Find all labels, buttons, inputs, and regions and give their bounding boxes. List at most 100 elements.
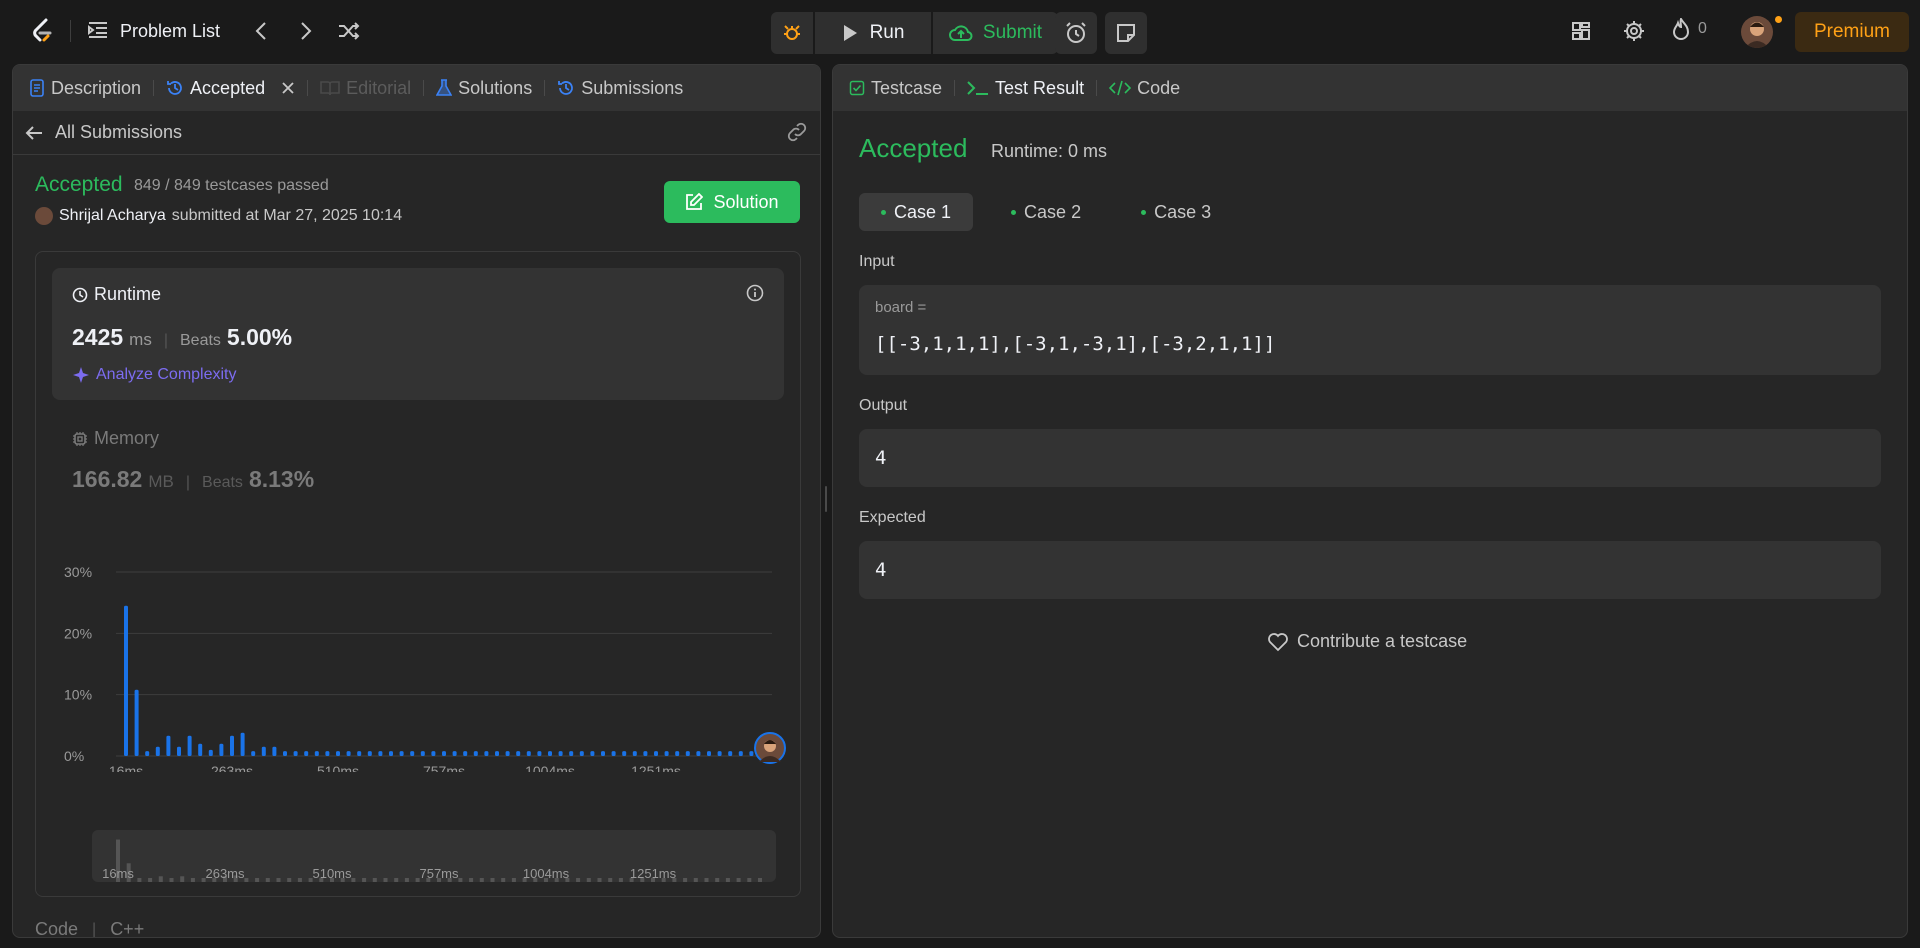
chart-bar[interactable] <box>367 751 372 756</box>
chart-bar[interactable] <box>187 735 192 756</box>
chart-bar[interactable] <box>516 751 521 756</box>
user-avatar[interactable] <box>1741 16 1773 48</box>
notes-button[interactable] <box>1105 12 1147 54</box>
chart-bar[interactable] <box>452 751 457 756</box>
tab-testcase[interactable]: Testcase <box>849 65 942 111</box>
chart-bar[interactable] <box>251 751 256 756</box>
chart-bar[interactable] <box>495 751 499 756</box>
chart-bar[interactable] <box>283 751 287 756</box>
info-icon[interactable] <box>746 284 764 305</box>
chart-bar[interactable] <box>378 751 383 756</box>
chart-bar[interactable] <box>611 751 616 756</box>
problem-list-button[interactable]: Problem List <box>88 16 220 46</box>
chart-bar[interactable] <box>675 751 680 756</box>
expected-box[interactable]: 4 <box>859 541 1881 599</box>
chart-bar[interactable] <box>240 732 245 756</box>
leetcode-logo-icon[interactable] <box>28 16 58 46</box>
tab-submissions[interactable]: Submissions <box>557 65 683 111</box>
prev-problem-button[interactable] <box>248 18 274 44</box>
case-tab-2[interactable]: Case 2 <box>989 193 1103 231</box>
link-icon[interactable] <box>786 121 808 146</box>
submitter-name[interactable]: Shrijal Acharya <box>59 207 166 225</box>
output-box[interactable]: 4 <box>859 429 1881 487</box>
chart-bar[interactable] <box>728 751 733 756</box>
close-icon[interactable] <box>281 81 295 95</box>
chart-bar[interactable] <box>155 746 160 756</box>
chart-bar[interactable] <box>685 751 690 756</box>
tab-editorial[interactable]: Editorial <box>320 65 411 111</box>
chart-bar[interactable] <box>632 751 637 756</box>
chart-bar[interactable] <box>261 746 266 756</box>
chart-bar[interactable] <box>717 751 722 756</box>
chart-bar[interactable] <box>696 751 701 756</box>
analyze-complexity-button[interactable]: Analyze Complexity <box>72 366 237 384</box>
run-button[interactable]: Run <box>815 12 931 54</box>
chart-bar[interactable] <box>208 749 213 756</box>
contribute-testcase-button[interactable]: Contribute a testcase <box>1267 631 1467 652</box>
chart-bar[interactable] <box>166 735 171 756</box>
settings-button[interactable] <box>1621 18 1647 44</box>
chart-bar[interactable] <box>124 605 128 756</box>
solution-button[interactable]: Solution <box>664 181 800 223</box>
chart-bar[interactable] <box>145 751 150 756</box>
chart-bar[interactable] <box>293 751 298 756</box>
chart-bar[interactable] <box>643 751 648 756</box>
chart-bar[interactable] <box>505 751 510 756</box>
chart-bar[interactable] <box>569 751 574 756</box>
tab-solutions[interactable]: Solutions <box>436 65 532 111</box>
chart-bar[interactable] <box>590 751 595 756</box>
chart-bar[interactable] <box>346 751 351 756</box>
chart-bar[interactable] <box>219 743 224 756</box>
tab-description[interactable]: Description <box>29 65 141 111</box>
panel-resize-handle[interactable] <box>825 486 827 512</box>
case-tab-3[interactable]: Case 3 <box>1119 193 1233 231</box>
chart-bar[interactable] <box>198 743 203 756</box>
chart-bar[interactable] <box>399 751 404 756</box>
premium-button[interactable]: Premium <box>1795 12 1909 52</box>
chart-bar[interactable] <box>463 751 468 756</box>
tab-test-result[interactable]: Test Result <box>967 65 1084 111</box>
chart-bar[interactable] <box>537 751 542 756</box>
chart-bar[interactable] <box>749 751 754 756</box>
chart-bar[interactable] <box>484 751 489 756</box>
debug-button[interactable] <box>771 12 813 54</box>
random-problem-button[interactable] <box>336 18 362 44</box>
chart-bar[interactable] <box>558 751 563 756</box>
chart-bar[interactable] <box>420 751 425 756</box>
chart-bar[interactable] <box>357 751 362 756</box>
my-submission-marker[interactable] <box>754 732 786 764</box>
chart-bar[interactable] <box>473 751 478 756</box>
chart-range-slider[interactable]: 16ms 263ms 510ms 757ms 1004ms 1251ms <box>92 830 776 882</box>
chart-bar[interactable] <box>664 751 669 756</box>
back-to-submissions[interactable]: All Submissions <box>13 111 820 155</box>
chart-bar[interactable] <box>410 751 415 756</box>
submitter-avatar[interactable] <box>35 207 53 225</box>
timer-button[interactable] <box>1055 12 1097 54</box>
chart-bar[interactable] <box>336 751 340 756</box>
chart-bar[interactable] <box>389 751 393 756</box>
chart-bar[interactable] <box>526 751 531 756</box>
streak-counter[interactable]: 0 <box>1672 18 1707 40</box>
chart-bar[interactable] <box>304 751 309 756</box>
chart-bar[interactable] <box>272 746 277 756</box>
submit-button[interactable]: Submit <box>933 12 1058 54</box>
chart-bar[interactable] <box>442 751 446 756</box>
chart-bar[interactable] <box>314 751 319 756</box>
chart-bar[interactable] <box>177 746 181 756</box>
tab-accepted[interactable]: Accepted <box>166 65 295 111</box>
chart-bar[interactable] <box>230 735 234 756</box>
chart-bar[interactable] <box>431 751 436 756</box>
layout-button[interactable] <box>1568 18 1594 44</box>
chart-bar[interactable] <box>579 751 584 756</box>
chart-bar[interactable] <box>654 751 658 756</box>
memory-title[interactable]: Memory <box>72 428 159 449</box>
runtime-distribution-chart[interactable]: 0% 10% 20% 30% 16ms 263ms 510ms 757ms 1004ms 1251… <box>36 542 802 772</box>
runtime-card[interactable]: Runtime 2425 ms | Beats 5.00% Analyze Co… <box>52 268 784 400</box>
chart-bar[interactable] <box>548 751 552 756</box>
chart-bar[interactable] <box>601 751 605 756</box>
chart-bar[interactable] <box>707 751 711 756</box>
chart-bar[interactable] <box>325 751 330 756</box>
next-problem-button[interactable] <box>293 18 319 44</box>
chart-bar[interactable] <box>738 751 743 756</box>
chart-bar[interactable] <box>134 689 139 756</box>
